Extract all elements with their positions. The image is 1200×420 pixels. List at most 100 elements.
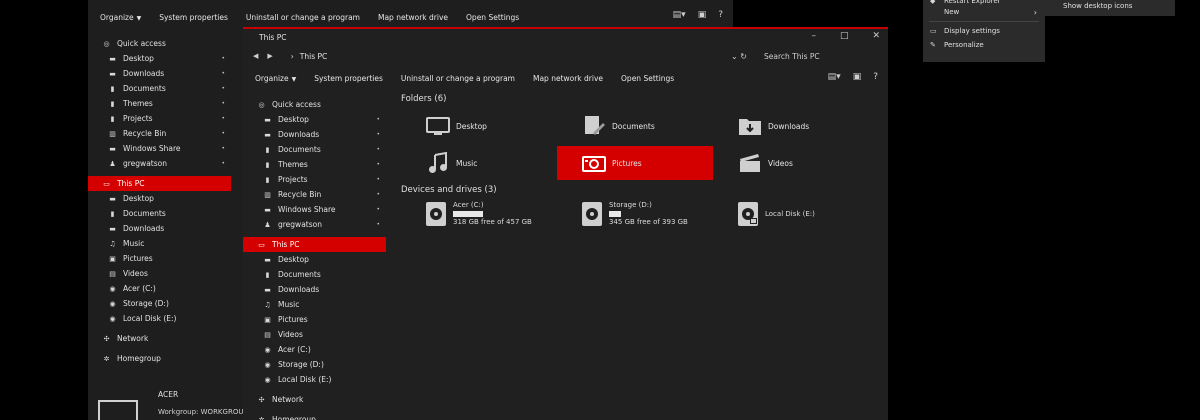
context-item-personalize[interactable]: ✎ Personalize xyxy=(923,38,1045,52)
toolbar-system-properties-button[interactable]: System properties xyxy=(314,74,383,83)
nav-item-this-pc[interactable]: ▭ This PC xyxy=(243,237,386,252)
pin-icon[interactable]: • xyxy=(221,130,225,137)
star-icon: ◎ xyxy=(258,100,265,109)
pin-icon[interactable]: • xyxy=(376,131,380,138)
submenu-show-desktop-icons[interactable]: Show desktop icons xyxy=(1045,0,1175,16)
nav-item-projects[interactable]: ▮ Projects • xyxy=(88,111,231,126)
folder-tile-downloads[interactable]: Downloads xyxy=(713,109,869,143)
view-options-icon[interactable]: ▤▾ xyxy=(828,72,841,82)
toolbar-map-network-drive-button[interactable]: Map network drive xyxy=(378,13,448,22)
nav-item-themes[interactable]: ▮ Themes • xyxy=(243,157,386,172)
nav-item-desktop[interactable]: ▬ Desktop xyxy=(243,252,386,267)
nav-item-themes[interactable]: ▮ Themes • xyxy=(88,96,231,111)
nav-item-desktop[interactable]: ▬ Desktop • xyxy=(243,112,386,127)
nav-item-projects[interactable]: ▮ Projects • xyxy=(243,172,386,187)
help-icon[interactable]: ? xyxy=(873,72,878,82)
nav-item-desktop[interactable]: ▬ Desktop • xyxy=(88,51,231,66)
nav-item-quick-access[interactable]: ◎ Quick access xyxy=(243,97,386,112)
nav-item-recycle-bin[interactable]: ▥ Recycle Bin • xyxy=(88,126,231,141)
toolbar-map-network-drive-button[interactable]: Map network drive xyxy=(533,74,603,83)
drive-tile[interactable]: Acer (C:) 318 GB free of 457 GB xyxy=(401,197,557,231)
nav-item-local-disk-e[interactable]: ◉ Local Disk (E:) xyxy=(243,372,386,387)
toolbar-organize-button[interactable]: Organize ▼ xyxy=(100,13,141,22)
context-item-display-settings[interactable]: ▭ Display settings xyxy=(923,24,1045,38)
nav-item-local-disk-e[interactable]: ◉ Local Disk (E:) xyxy=(88,311,231,326)
nav-item-documents[interactable]: ▮ Documents • xyxy=(243,142,386,157)
nav-item-quick-access[interactable]: ◎ Quick access xyxy=(88,36,231,51)
nav-item-downloads[interactable]: ▬ Downloads • xyxy=(88,66,231,81)
maximize-icon[interactable]: □ xyxy=(840,31,849,41)
nav-item-acer-c[interactable]: ◉ Acer (C:) xyxy=(88,281,231,296)
nav-item-desktop[interactable]: ▬ Desktop xyxy=(88,191,231,206)
folder-tile-desktop[interactable]: Desktop xyxy=(401,109,557,143)
toolbar-open-settings-button[interactable]: Open Settings xyxy=(621,74,674,83)
nav-item-music[interactable]: ♫ Music xyxy=(88,236,231,251)
nav-item-storage-d[interactable]: ◉ Storage (D:) xyxy=(243,357,386,372)
pin-icon[interactable]: • xyxy=(221,55,225,62)
nav-item-network[interactable]: ✣ Network xyxy=(243,392,386,407)
document-icon: ▮ xyxy=(110,209,115,218)
nav-item-documents[interactable]: ▮ Documents xyxy=(243,267,386,282)
pin-icon[interactable]: • xyxy=(376,146,380,153)
pin-icon[interactable]: • xyxy=(376,221,380,228)
toolbar-system-properties-button[interactable]: System properties xyxy=(159,13,228,22)
pin-icon[interactable]: • xyxy=(221,115,225,122)
address-path[interactable]: › This PC xyxy=(291,52,327,61)
nav-item-documents[interactable]: ▮ Documents • xyxy=(88,81,231,96)
context-item-new[interactable]: New › xyxy=(923,5,1045,19)
nav-item-windows-share[interactable]: ▬ Windows Share • xyxy=(243,202,386,217)
preview-pane-icon[interactable]: ▣ xyxy=(698,10,707,20)
nav-item-pictures[interactable]: ▣ Pictures xyxy=(88,251,231,266)
nav-item-storage-d[interactable]: ◉ Storage (D:) xyxy=(88,296,231,311)
preview-pane-icon[interactable]: ▣ xyxy=(853,72,862,82)
pin-icon[interactable]: • xyxy=(376,176,380,183)
nav-item-homegroup[interactable]: ✲ Homegroup xyxy=(243,412,386,420)
help-icon[interactable]: ? xyxy=(718,10,723,20)
back-arrow-icon[interactable]: ◀ xyxy=(253,52,258,60)
toolbar-uninstall-or-change-a-program-button[interactable]: Uninstall or change a program xyxy=(401,74,515,83)
nav-item-acer-c[interactable]: ◉ Acer (C:) xyxy=(243,342,386,357)
nav-item-pictures[interactable]: ▣ Pictures xyxy=(243,312,386,327)
close-icon[interactable]: ✕ xyxy=(872,31,880,41)
pin-icon[interactable]: • xyxy=(221,85,225,92)
pin-icon[interactable]: • xyxy=(376,116,380,123)
nav-item-gregwatson[interactable]: ♟ gregwatson • xyxy=(88,156,231,171)
folder-tile-videos[interactable]: Videos xyxy=(713,146,869,180)
nav-item-network[interactable]: ✣ Network xyxy=(88,331,231,346)
minimize-icon[interactable]: – xyxy=(811,31,816,41)
search-input[interactable]: Search This PC xyxy=(764,52,820,61)
view-options-icon[interactable]: ▤▾ xyxy=(673,10,686,20)
nav-item-homegroup[interactable]: ✲ Homegroup xyxy=(88,351,231,366)
forward-arrow-icon[interactable]: ▶ xyxy=(267,52,272,60)
nav-item-label: Downloads xyxy=(123,224,165,233)
pin-icon[interactable]: • xyxy=(376,161,380,168)
folder-tile-pictures[interactable]: Pictures xyxy=(557,146,713,180)
pin-icon[interactable]: • xyxy=(376,206,380,213)
drive-tile[interactable]: Local Disk (E:) xyxy=(713,197,869,231)
nav-item-videos[interactable]: ▤ Videos xyxy=(88,266,231,281)
nav-item-music[interactable]: ♫ Music xyxy=(243,297,386,312)
refresh-icon[interactable]: ⌄ ↻ xyxy=(731,52,747,61)
nav-item-downloads[interactable]: ▬ Downloads xyxy=(88,221,231,236)
nav-item-windows-share[interactable]: ▬ Windows Share • xyxy=(88,141,231,156)
folder-tile-music[interactable]: Music xyxy=(401,146,557,180)
toolbar-uninstall-or-change-a-program-button[interactable]: Uninstall or change a program xyxy=(246,13,360,22)
nav-item-videos[interactable]: ▤ Videos xyxy=(243,327,386,342)
pin-icon[interactable]: • xyxy=(221,70,225,77)
nav-item-documents[interactable]: ▮ Documents xyxy=(88,206,231,221)
pin-icon[interactable]: • xyxy=(221,160,225,167)
nav-item-downloads[interactable]: ▬ Downloads xyxy=(243,282,386,297)
pin-icon[interactable]: • xyxy=(221,145,225,152)
nav-item-this-pc[interactable]: ▭ This PC xyxy=(88,176,231,191)
nav-item-downloads[interactable]: ▬ Downloads • xyxy=(243,127,386,142)
toolbar-open-settings-button[interactable]: Open Settings xyxy=(466,13,519,22)
drive-tile[interactable]: Storage (D:) 345 GB free of 393 GB xyxy=(557,197,713,231)
toolbar-organize-button[interactable]: Organize ▼ xyxy=(255,74,296,83)
nav-item-recycle-bin[interactable]: ▥ Recycle Bin • xyxy=(243,187,386,202)
nav-item-gregwatson[interactable]: ♟ gregwatson • xyxy=(243,217,386,232)
pin-icon[interactable]: • xyxy=(376,191,380,198)
folder-tile-documents[interactable]: Documents xyxy=(557,109,713,143)
star-icon: ◎ xyxy=(103,39,110,48)
path-segment[interactable]: This PC xyxy=(300,52,327,61)
pin-icon[interactable]: • xyxy=(221,100,225,107)
